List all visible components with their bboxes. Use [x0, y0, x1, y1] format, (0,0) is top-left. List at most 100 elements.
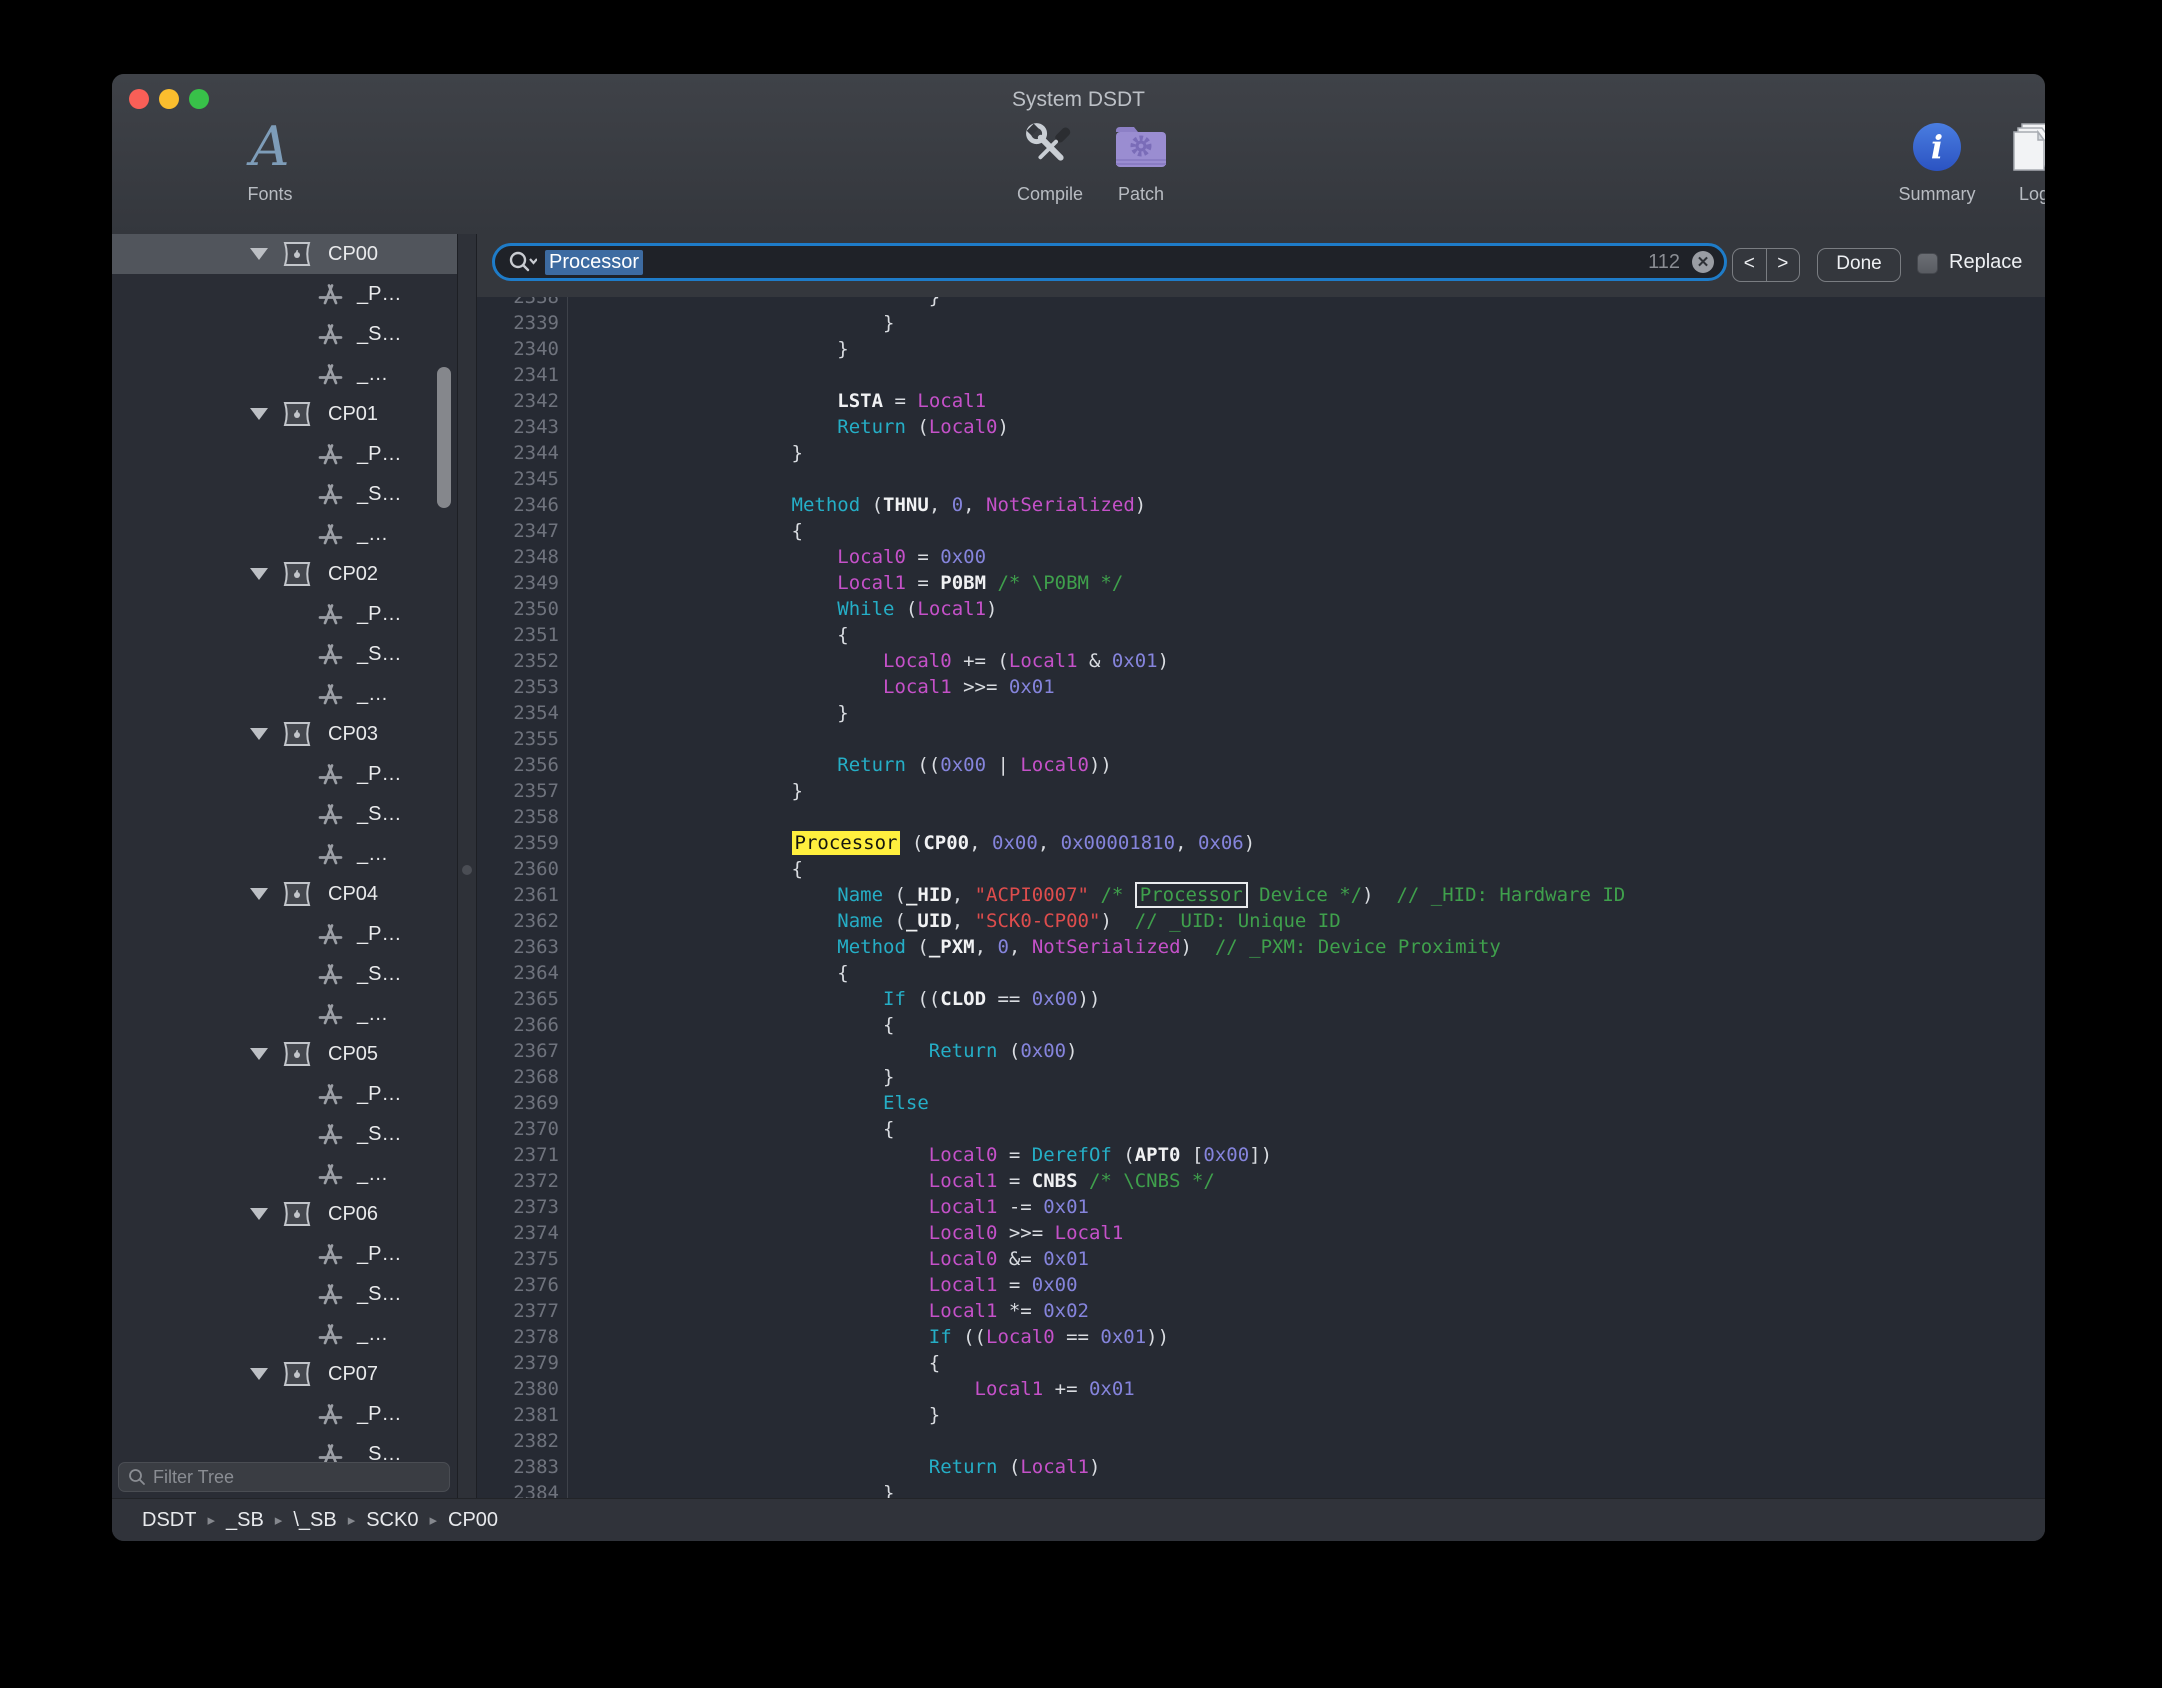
tree-item[interactable]: _S…: [112, 474, 457, 514]
filter-tree-input[interactable]: Filter Tree: [118, 1462, 450, 1492]
disclosure-triangle-icon[interactable]: [250, 408, 268, 420]
tree-item[interactable]: _S…: [112, 954, 457, 994]
breadcrumb-item[interactable]: _SB: [226, 1509, 264, 1532]
tree-item[interactable]: _…: [112, 674, 457, 714]
clear-search-icon[interactable]: ✕: [1692, 251, 1714, 273]
search-icon[interactable]: [507, 249, 537, 275]
line-number: 2342: [477, 388, 567, 414]
breadcrumb-item[interactable]: \_SB: [293, 1509, 336, 1532]
breadcrumb-separator-icon: ▸: [348, 1511, 356, 1529]
tree-group-cp00[interactable]: CP00: [112, 234, 457, 274]
disclosure-triangle-icon[interactable]: [250, 1208, 268, 1220]
line-number: 2360: [477, 856, 567, 882]
line-number: 2379: [477, 1350, 567, 1376]
scope-badge-icon: [282, 1361, 312, 1387]
fonts-toolbar-button[interactable]: A Fonts: [210, 110, 330, 205]
tree-item[interactable]: _…: [112, 354, 457, 394]
code-symbol-icon: [317, 1401, 344, 1428]
tree-item-label: _…: [357, 1323, 388, 1346]
line-number: 2366: [477, 1012, 567, 1038]
line-number: 2375: [477, 1246, 567, 1272]
tree-item[interactable]: _P…: [112, 1074, 457, 1114]
disclosure-triangle-icon[interactable]: [250, 568, 268, 580]
tree-item-label: _S…: [357, 803, 401, 826]
tree-item[interactable]: _P…: [112, 1234, 457, 1274]
tree-item[interactable]: _P…: [112, 434, 457, 474]
scope-badge-icon: [282, 561, 312, 587]
disclosure-triangle-icon[interactable]: [250, 1368, 268, 1380]
tree-item[interactable]: _…: [112, 1314, 457, 1354]
tree-item[interactable]: _P…: [112, 1394, 457, 1434]
search-input[interactable]: Processor 112 ✕: [492, 243, 1727, 281]
find-prev-next-control: < >: [1732, 248, 1800, 282]
code-symbol-icon: [317, 521, 344, 548]
code-line: 2371 Local0 = DerefOf (APT0 [0x00]): [477, 1142, 2045, 1168]
line-number: 2345: [477, 466, 567, 492]
disclosure-triangle-icon[interactable]: [250, 728, 268, 740]
toolbar: System DSDT A Fonts Comp: [112, 74, 2045, 235]
tree-item[interactable]: _S…: [112, 794, 457, 834]
disclosure-triangle-icon[interactable]: [250, 248, 268, 260]
scope-badge-icon: [282, 241, 312, 267]
patch-toolbar-button[interactable]: Patch: [1081, 110, 1201, 205]
tree-group-cp02[interactable]: CP02: [112, 554, 457, 594]
tree-group-cp04[interactable]: CP04: [112, 874, 457, 914]
tree-group-cp01[interactable]: CP01: [112, 394, 457, 434]
patch-label: Patch: [1081, 184, 1201, 205]
tree-item-label: _…: [357, 843, 388, 866]
line-number: 2369: [477, 1090, 567, 1116]
fonts-label: Fonts: [210, 184, 330, 205]
breadcrumb-item[interactable]: DSDT: [142, 1509, 196, 1532]
tree-item[interactable]: _…: [112, 514, 457, 554]
find-bar: Processor 112 ✕ < > Done Replace: [477, 234, 2045, 297]
line-number: 2362: [477, 908, 567, 934]
code-symbol-icon: [317, 681, 344, 708]
code-symbol-icon: [317, 441, 344, 468]
tree-item[interactable]: _S…: [112, 314, 457, 354]
code-line: 2343 Return (Local0): [477, 414, 2045, 440]
line-number: 2344: [477, 440, 567, 466]
app-window: System DSDT A Fonts Comp: [112, 74, 2045, 1541]
code-symbol-icon: [317, 1441, 344, 1463]
scope-badge-icon: [282, 401, 312, 427]
line-number: 2340: [477, 336, 567, 362]
tree-item[interactable]: _P…: [112, 914, 457, 954]
tree-item[interactable]: _P…: [112, 274, 457, 314]
tree-item[interactable]: _S…: [112, 1114, 457, 1154]
tree-item[interactable]: _S…: [112, 1274, 457, 1314]
replace-checkbox[interactable]: [1917, 253, 1938, 274]
log-toolbar-button[interactable]: Log: [1974, 110, 2045, 205]
tree-item[interactable]: _P…: [112, 754, 457, 794]
code-editor[interactable]: 2338 }2339 }2340 }23412342 LSTA = Local1…: [477, 297, 2045, 1498]
find-previous-button[interactable]: <: [1733, 249, 1767, 281]
code-symbol-icon: [317, 281, 344, 308]
line-number: 2376: [477, 1272, 567, 1298]
sidebar-scrollbar-thumb[interactable]: [437, 367, 451, 508]
pane-splitter[interactable]: [457, 234, 477, 1498]
tree-item-label: _S…: [357, 963, 401, 986]
tree-group-cp05[interactable]: CP05: [112, 1034, 457, 1074]
tree-item[interactable]: _P…: [112, 594, 457, 634]
code-symbol-icon: [317, 841, 344, 868]
code-line: 2358: [477, 804, 2045, 830]
breadcrumb-item[interactable]: CP00: [448, 1509, 498, 1532]
breadcrumb-item[interactable]: SCK0: [366, 1509, 418, 1532]
line-number: 2351: [477, 622, 567, 648]
navigation-sidebar: CP00 _P… _S… _… CP01 _P… _S… _… CP02 _P…: [112, 234, 457, 1498]
tree-group-cp03[interactable]: CP03: [112, 714, 457, 754]
code-line: 2354 }: [477, 700, 2045, 726]
find-next-button[interactable]: >: [1767, 249, 1800, 281]
tree-item[interactable]: _…: [112, 834, 457, 874]
disclosure-triangle-icon[interactable]: [250, 888, 268, 900]
tree-item[interactable]: _S…: [112, 1434, 457, 1462]
tree-group-cp07[interactable]: CP07: [112, 1354, 457, 1394]
line-number: 2355: [477, 726, 567, 752]
done-button[interactable]: Done: [1817, 248, 1901, 282]
tree-item[interactable]: _…: [112, 1154, 457, 1194]
tree-group-cp06[interactable]: CP06: [112, 1194, 457, 1234]
line-number: 2346: [477, 492, 567, 518]
code-symbol-icon: [317, 801, 344, 828]
disclosure-triangle-icon[interactable]: [250, 1048, 268, 1060]
tree-item[interactable]: _S…: [112, 634, 457, 674]
tree-item[interactable]: _…: [112, 994, 457, 1034]
